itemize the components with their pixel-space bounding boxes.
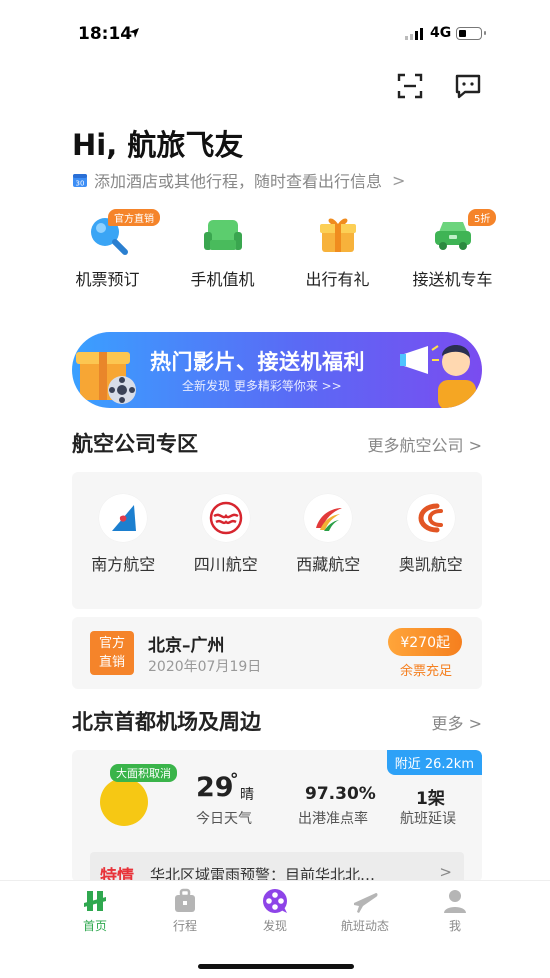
deal-price-button[interactable]: ¥270起	[388, 628, 462, 656]
degree-symbol: °	[230, 770, 239, 790]
add-trip-link[interactable]: 30 添加酒店或其他行程，随时查看出行信息 >	[72, 168, 405, 192]
quick-actions: 官方直销 机票预订 手机值机 出行有礼 5折 接送机专车	[50, 209, 510, 290]
tab-label: 航班动态	[340, 919, 389, 933]
promo-banner[interactable]: 热门影片、接送机福利 全新发现 更多精彩等你来 >>	[72, 332, 482, 408]
add-trip-text: 添加酒店或其他行程，随时查看出行信息	[94, 172, 383, 191]
more-airport-link[interactable]: 更多 >	[432, 710, 483, 734]
chevron-right-icon: >	[392, 170, 406, 190]
punctuality-value: 97.30%	[305, 784, 376, 804]
airline-name: 四川航空	[193, 555, 258, 574]
sun-icon	[100, 778, 148, 826]
deal-date: 2020年07月19日	[148, 659, 262, 675]
alert-tag: 特情	[100, 867, 134, 882]
airline-china-southern[interactable]: 南方航空	[73, 494, 173, 575]
user-icon	[444, 890, 466, 913]
home-indicator	[198, 964, 354, 969]
airline-name: 西藏航空	[296, 555, 361, 574]
sichuan-airlines-logo	[201, 494, 250, 542]
ticket-availability: 余票充足	[399, 664, 452, 679]
deal-route: 北京–广州	[148, 636, 225, 656]
megaphone-person-illustration	[400, 345, 476, 408]
tab-label: 行程	[172, 919, 197, 933]
message-icon[interactable]	[454, 72, 482, 100]
china-southern-logo	[99, 494, 148, 542]
quick-action-label: 接送机专车	[412, 270, 493, 289]
airline-sichuan[interactable]: 四川航空	[176, 494, 276, 575]
gift-icon	[319, 218, 356, 252]
seat-icon	[203, 220, 242, 250]
quick-action-car[interactable]: 5折 接送机专车	[395, 209, 510, 290]
temperature: 29	[196, 772, 234, 803]
tab-home[interactable]: 首页	[55, 887, 135, 934]
quick-action-checkin[interactable]: 手机值机	[165, 212, 280, 290]
flight-deal-card[interactable]: 官方 直销 北京–广州 2020年07月19日 ¥270起 余票充足	[72, 617, 482, 689]
special-alert-bar[interactable]: 特情 华北区域雷雨预警：目前华北北… >	[90, 852, 464, 882]
airline-card: 南方航空 四川航空 西藏航空 奥凯航空	[72, 472, 482, 609]
tab-discover[interactable]: 发现	[235, 887, 315, 934]
location-arrow-icon	[129, 28, 139, 38]
quick-action-label: 出行有礼	[305, 270, 370, 289]
status-time: 18:14	[78, 24, 133, 44]
airline-section-title: 航空公司专区	[72, 432, 198, 456]
tab-me[interactable]: 我	[415, 887, 495, 934]
banner-title: 热门影片、接送机福利	[150, 350, 365, 374]
quick-action-label: 手机值机	[190, 270, 255, 289]
airline-tibet[interactable]: 西藏航空	[278, 494, 378, 575]
banner-subtitle: 全新发现 更多精彩等你来 >>	[182, 379, 342, 393]
chevron-right-icon: >	[439, 863, 452, 881]
home-icon	[84, 891, 106, 911]
suitcase-icon	[175, 888, 195, 912]
film-reel-icon	[263, 889, 287, 913]
network-type: 4G	[430, 25, 452, 41]
greeting-title: Hi, 航旅飞友	[72, 128, 244, 162]
calendar-icon: 30	[73, 174, 87, 188]
delay-label: 航班延误	[400, 811, 456, 827]
airplane-icon	[354, 893, 378, 913]
punctuality-label: 出港准点率	[298, 811, 368, 827]
tibet-airlines-logo	[304, 494, 353, 542]
airline-okay[interactable]: 奥凯航空	[381, 494, 481, 575]
tab-flight-status[interactable]: 航班动态	[325, 887, 405, 934]
gift-box-icon	[76, 352, 136, 404]
header-actions	[396, 72, 482, 100]
battery-icon	[456, 27, 486, 40]
discount-badge: 5折	[468, 209, 497, 226]
quick-action-label: 机票预订	[75, 270, 140, 289]
tab-trips[interactable]: 行程	[145, 887, 225, 934]
tab-label: 我	[448, 919, 461, 933]
airline-name: 南方航空	[91, 555, 156, 574]
delay-value: 1架	[416, 789, 445, 809]
weather-label: 今日天气	[196, 811, 252, 827]
status-bar: 18:14 4G	[0, 0, 550, 64]
okay-airways-logo	[406, 494, 455, 542]
official-badge: 官方直销	[108, 209, 160, 226]
quick-action-flight-booking[interactable]: 官方直销 机票预订	[50, 209, 165, 290]
tab-label: 首页	[82, 919, 107, 933]
official-sale-tag: 官方 直销	[90, 631, 134, 675]
airport-section-title: 北京首都机场及周边	[72, 710, 261, 734]
tab-label: 发现	[262, 919, 287, 933]
mass-cancellation-badge: 大面积取消	[110, 764, 177, 782]
weather-condition: 晴	[240, 787, 254, 803]
more-airlines-link[interactable]: 更多航空公司 >	[368, 432, 483, 456]
distance-badge: 附近 26.2km	[386, 750, 482, 775]
signal-icon	[405, 28, 423, 40]
quick-action-gift[interactable]: 出行有礼	[280, 212, 395, 290]
svg-text:30: 30	[76, 180, 85, 188]
scan-icon[interactable]	[396, 72, 424, 100]
airline-name: 奥凯航空	[398, 555, 463, 574]
airport-info-card[interactable]: 附近 26.2km 大面积取消 29 ° 晴 今日天气 97.30% 出港准点率…	[72, 750, 482, 882]
